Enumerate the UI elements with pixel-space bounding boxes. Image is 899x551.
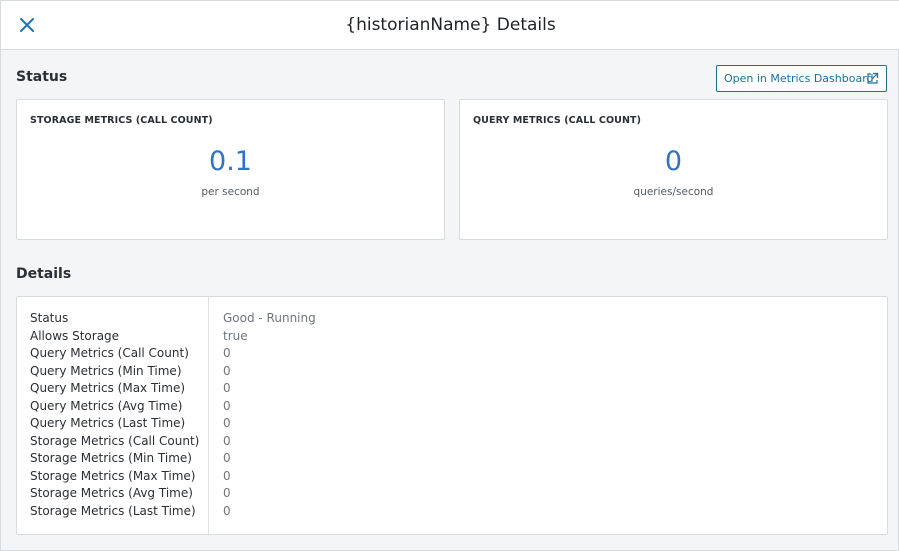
details-key: Query Metrics (Min Time) bbox=[30, 363, 182, 378]
details-key: Storage Metrics (Min Time) bbox=[30, 451, 192, 465]
details-key: Status bbox=[30, 311, 69, 325]
storage-metrics-card-label: STORAGE METRICS (CALL COUNT) bbox=[30, 115, 213, 126]
details-key: Query Metrics (Call Count) bbox=[30, 346, 189, 360]
details-row: Allows Storage true bbox=[17, 329, 887, 347]
details-key: Storage Metrics (Call Count) bbox=[30, 433, 200, 448]
details-row: Storage Metrics (Max Time) 0 bbox=[17, 469, 887, 487]
details-modal: {historianName} Details Status Open in M… bbox=[0, 0, 899, 551]
details-row: Query Metrics (Min Time) 0 bbox=[17, 364, 887, 382]
details-section-title: Details bbox=[16, 266, 72, 282]
details-value: 0 bbox=[223, 346, 231, 360]
details-value: 0 bbox=[223, 416, 231, 430]
open-metrics-dashboard-button[interactable]: Open in Metrics Dashboard bbox=[716, 65, 887, 92]
details-value: 0 bbox=[223, 363, 231, 378]
details-value: 0 bbox=[223, 381, 231, 395]
details-row: Query Metrics (Last Time) 0 bbox=[17, 416, 887, 434]
details-table: Status Good - Running Allows Storage tru… bbox=[16, 296, 888, 535]
storage-metrics-card: STORAGE METRICS (CALL COUNT) 0.1 per sec… bbox=[16, 99, 445, 240]
details-key: Storage Metrics (Avg Time) bbox=[30, 486, 193, 500]
details-row: Storage Metrics (Avg Time) 0 bbox=[17, 486, 887, 504]
open-metrics-dashboard-label: Open in Metrics Dashboard bbox=[724, 72, 874, 85]
details-key: Query Metrics (Avg Time) bbox=[30, 398, 183, 413]
query-metrics-card-unit: queries/second bbox=[633, 186, 714, 198]
details-key: Allows Storage bbox=[30, 328, 120, 343]
external-link-icon bbox=[867, 72, 879, 84]
details-value: true bbox=[223, 328, 248, 343]
query-metrics-card: QUERY METRICS (CALL COUNT) 0 queries/sec… bbox=[459, 99, 888, 240]
details-value: 0 bbox=[223, 468, 231, 483]
details-row: Query Metrics (Call Count) 0 bbox=[17, 346, 887, 364]
modal-header: {historianName} Details bbox=[1, 1, 899, 50]
storage-metrics-card-value: 0.1 bbox=[209, 146, 252, 177]
status-section-title: Status bbox=[16, 69, 68, 85]
details-value: 0 bbox=[223, 486, 231, 500]
storage-metrics-card-unit: per second bbox=[201, 186, 260, 198]
details-key: Query Metrics (Max Time) bbox=[30, 381, 186, 395]
details-value: 0 bbox=[223, 398, 231, 413]
details-row: Storage Metrics (Last Time) 0 bbox=[17, 504, 887, 522]
details-row: Status Good - Running bbox=[17, 311, 887, 329]
details-value: 0 bbox=[223, 503, 231, 518]
details-row: Storage Metrics (Call Count) 0 bbox=[17, 434, 887, 452]
details-key: Storage Metrics (Last Time) bbox=[30, 503, 196, 518]
details-row: Storage Metrics (Min Time) 0 bbox=[17, 451, 887, 469]
modal-title: {historianName} Details bbox=[345, 15, 556, 35]
details-row: Query Metrics (Max Time) 0 bbox=[17, 381, 887, 399]
details-key: Query Metrics (Last Time) bbox=[30, 416, 186, 430]
details-key: Storage Metrics (Max Time) bbox=[30, 468, 196, 483]
details-value: Good - Running bbox=[223, 311, 316, 325]
query-metrics-card-label: QUERY METRICS (CALL COUNT) bbox=[473, 115, 642, 126]
query-metrics-card-value: 0 bbox=[664, 146, 683, 177]
details-value: 0 bbox=[223, 451, 231, 465]
details-row: Query Metrics (Avg Time) 0 bbox=[17, 399, 887, 417]
details-value: 0 bbox=[223, 433, 231, 448]
